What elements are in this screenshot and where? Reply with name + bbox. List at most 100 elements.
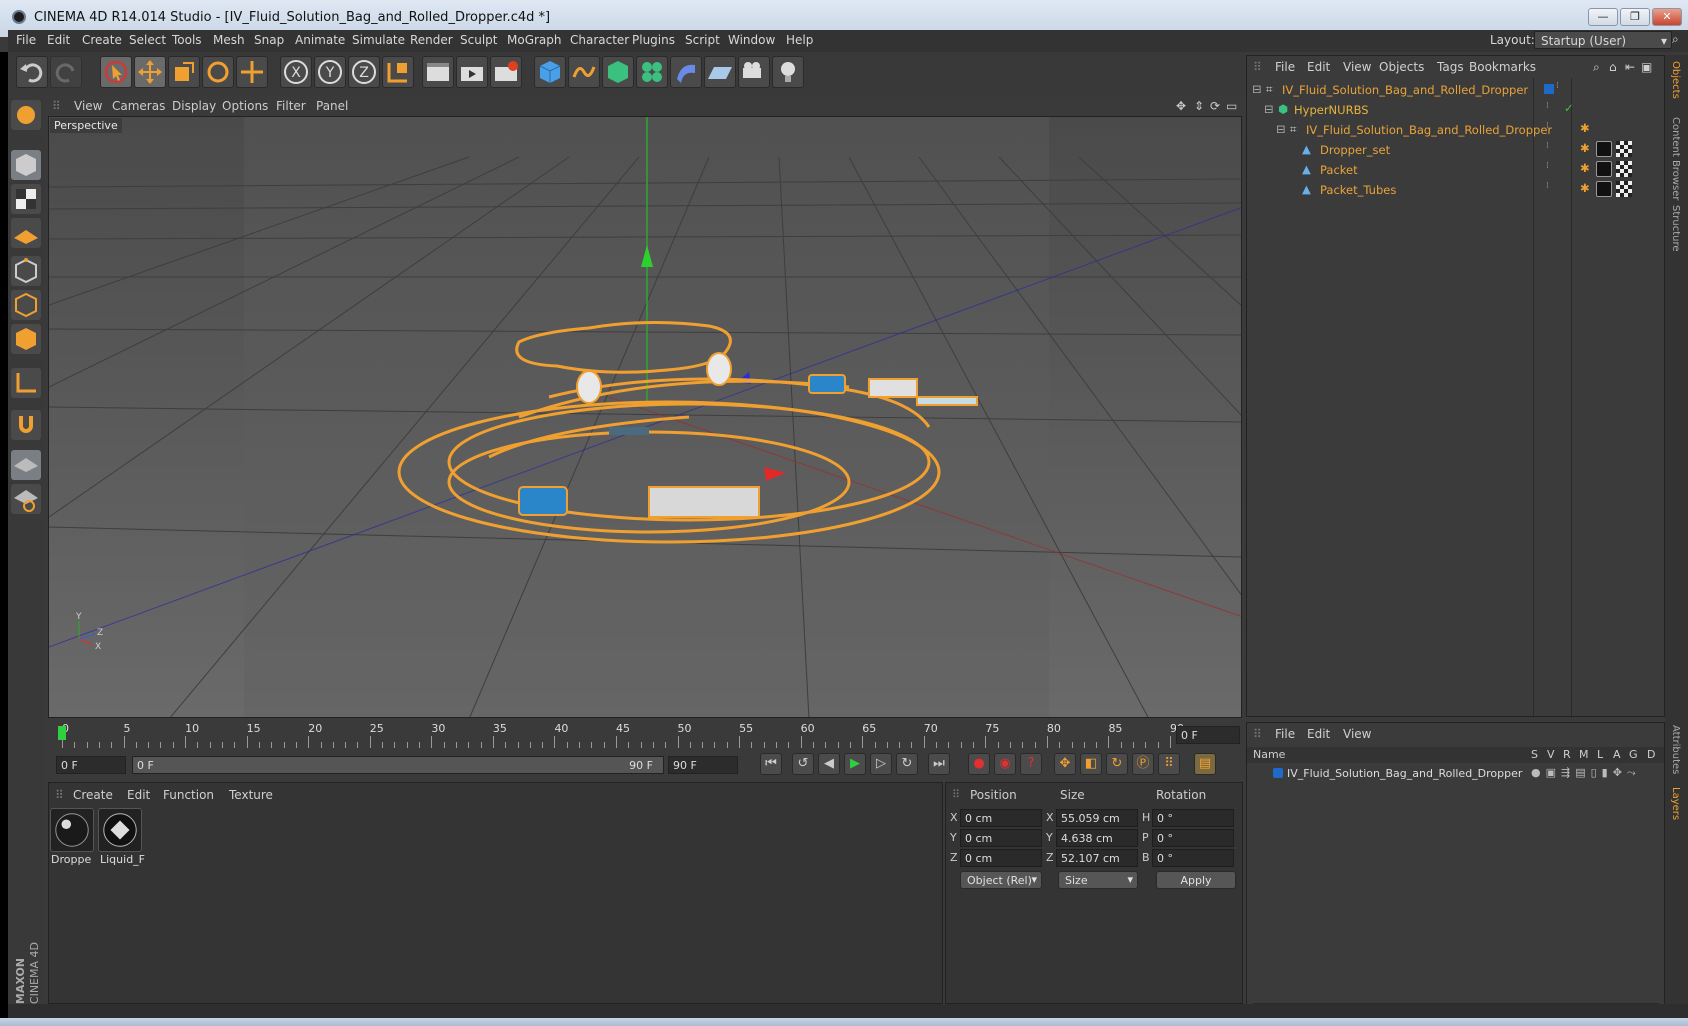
model-mode-button[interactable] bbox=[11, 150, 41, 180]
close-button[interactable]: ✕ bbox=[1652, 8, 1682, 26]
menu-mograph[interactable]: MoGraph bbox=[507, 33, 562, 47]
viewport-menu-options[interactable]: Options bbox=[222, 99, 268, 113]
cube-primitive-button[interactable] bbox=[534, 56, 566, 88]
visibility-dots-icon[interactable]: ⁞ bbox=[1546, 121, 1549, 131]
home-icon[interactable]: ⌂ bbox=[1609, 60, 1617, 74]
object-row[interactable]: ⊟ ⌗ IV_Fluid_Solution_Bag_and_Rolled_Dro… bbox=[1250, 120, 1660, 140]
viewport-dolly-icon[interactable]: ⇕ bbox=[1194, 99, 1204, 113]
object-menu-tags[interactable]: Tags bbox=[1437, 60, 1464, 74]
visibility-dots-icon[interactable]: ⁞ bbox=[1546, 101, 1549, 111]
material-menu-create[interactable]: Create bbox=[73, 788, 113, 802]
axis-mode-button[interactable] bbox=[11, 368, 41, 398]
object-row[interactable]: ▲ Packet ⁞ ✱ bbox=[1250, 160, 1660, 180]
material-menu-texture[interactable]: Texture bbox=[229, 788, 273, 802]
render-view-button[interactable] bbox=[422, 56, 454, 88]
texture-tag-icon[interactable] bbox=[1616, 141, 1632, 157]
position-y-field[interactable]: 0 cm bbox=[960, 829, 1042, 847]
rotation-b-field[interactable]: 0 ° bbox=[1152, 849, 1234, 867]
object-menu-view[interactable]: View bbox=[1343, 60, 1371, 74]
playhead-marker[interactable] bbox=[58, 726, 66, 740]
menu-plugins[interactable]: Plugins bbox=[632, 33, 675, 47]
menu-mesh[interactable]: Mesh bbox=[213, 33, 245, 47]
scale-button[interactable] bbox=[168, 56, 200, 88]
viewport-menu-cameras[interactable]: Cameras bbox=[112, 99, 165, 113]
render-picture-viewer-button[interactable] bbox=[456, 56, 488, 88]
checkmark-icon[interactable]: ✓ bbox=[1564, 101, 1574, 115]
material-swatch[interactable] bbox=[50, 808, 94, 852]
menu-create[interactable]: Create bbox=[82, 33, 122, 47]
menu-animate[interactable]: Animate bbox=[295, 33, 345, 47]
column-solo[interactable]: S bbox=[1531, 748, 1538, 761]
viewport-orbit-icon[interactable]: ⟳ bbox=[1210, 99, 1220, 113]
viewport-menu-display[interactable]: Display bbox=[172, 99, 216, 113]
texture-tag-icon[interactable] bbox=[1616, 181, 1632, 197]
column-deformers[interactable]: D bbox=[1647, 748, 1655, 761]
previous-frame-button[interactable]: ◀ bbox=[818, 753, 840, 775]
layout-dropdown[interactable]: Startup (User) ▾ bbox=[1534, 31, 1672, 49]
edges-mode-button[interactable] bbox=[11, 290, 41, 320]
object-menu-edit[interactable]: Edit bbox=[1307, 60, 1330, 74]
object-row[interactable]: ⊟ ⬢ HyperNURBS ⁞ ✓ bbox=[1250, 100, 1660, 120]
minimize-button[interactable]: — bbox=[1588, 8, 1618, 26]
texture-mode-button[interactable] bbox=[11, 184, 41, 214]
y-axis-lock-button[interactable]: Y bbox=[314, 56, 346, 88]
previous-key-button[interactable]: ↺ bbox=[792, 753, 814, 775]
tab-structure[interactable]: Structure bbox=[1670, 205, 1681, 252]
key-parameter-button[interactable]: Ⓟ bbox=[1132, 753, 1154, 775]
start-frame-field[interactable]: 0 F bbox=[56, 756, 126, 774]
column-render[interactable]: R bbox=[1563, 748, 1571, 761]
next-key-button[interactable]: ↻ bbox=[896, 753, 918, 775]
material-tag-icon[interactable] bbox=[1596, 161, 1612, 177]
play-button[interactable]: ▶ bbox=[844, 753, 866, 775]
material-menu-function[interactable]: Function bbox=[163, 788, 214, 802]
coordinate-system-button[interactable] bbox=[382, 56, 414, 88]
menu-character[interactable]: Character bbox=[570, 33, 629, 47]
light-button[interactable] bbox=[772, 56, 804, 88]
menu-help[interactable]: Help bbox=[786, 33, 813, 47]
go-to-start-button[interactable]: ⏮ bbox=[760, 753, 782, 775]
x-axis-lock-button[interactable]: X bbox=[280, 56, 312, 88]
rotate-button[interactable] bbox=[202, 56, 234, 88]
visibility-dots-icon[interactable]: ⁞ bbox=[1546, 161, 1549, 171]
new-panel-icon[interactable]: ▣ bbox=[1641, 60, 1652, 74]
viewport-maximize-icon[interactable]: ▭ bbox=[1226, 99, 1237, 113]
key-rotation-button[interactable]: ↻ bbox=[1106, 753, 1128, 775]
camera-button[interactable] bbox=[738, 56, 770, 88]
menu-simulate[interactable]: Simulate bbox=[352, 33, 405, 47]
menu-select[interactable]: Select bbox=[129, 33, 166, 47]
viewport-pan-icon[interactable]: ✥ bbox=[1176, 99, 1186, 113]
make-editable-button[interactable] bbox=[11, 100, 41, 130]
visibility-dots-icon[interactable]: ⁞ bbox=[1546, 181, 1549, 191]
array-button[interactable] bbox=[636, 56, 668, 88]
nurbs-button[interactable] bbox=[602, 56, 634, 88]
layer-menu-view[interactable]: View bbox=[1343, 727, 1371, 741]
menu-edit[interactable]: Edit bbox=[47, 33, 70, 47]
apply-button[interactable]: Apply bbox=[1156, 871, 1236, 889]
timeline-ruler[interactable]: 051015202530354045505560657075808590 0 F bbox=[48, 720, 1242, 754]
layer-menu-edit[interactable]: Edit bbox=[1307, 727, 1330, 741]
tab-objects[interactable]: Objects bbox=[1670, 61, 1681, 99]
viewport-menu-view[interactable]: View bbox=[74, 99, 102, 113]
restore-button[interactable]: ❐ bbox=[1620, 8, 1650, 26]
menu-render[interactable]: Render bbox=[410, 33, 453, 47]
search-icon[interactable]: ⌕ bbox=[1672, 32, 1679, 47]
menu-file[interactable]: File bbox=[16, 33, 36, 47]
visibility-dots-icon[interactable]: ⁞ bbox=[1546, 141, 1549, 151]
undo-button[interactable] bbox=[16, 56, 48, 88]
collapse-icon[interactable]: ⇤ bbox=[1625, 60, 1635, 74]
polygons-mode-button[interactable] bbox=[11, 324, 41, 354]
visibility-dots-icon[interactable]: ⁞ bbox=[1556, 81, 1559, 91]
keyframe-selection-button[interactable]: ? bbox=[1020, 753, 1042, 775]
z-axis-lock-button[interactable]: Z bbox=[348, 56, 380, 88]
current-frame-field[interactable]: 0 F bbox=[1176, 726, 1240, 744]
column-manager[interactable]: M bbox=[1579, 748, 1589, 761]
column-animation[interactable]: A bbox=[1613, 748, 1621, 761]
layer-menu-file[interactable]: File bbox=[1275, 727, 1295, 741]
material-tag-icon[interactable] bbox=[1596, 181, 1612, 197]
column-locked[interactable]: L bbox=[1597, 748, 1603, 761]
live-selection-button[interactable] bbox=[100, 56, 132, 88]
record-button[interactable]: ● bbox=[968, 753, 990, 775]
layer-flags-icon[interactable]: ●▣⇶▤▯▮✥⤳ bbox=[1531, 766, 1641, 780]
search-icon[interactable]: ⌕ bbox=[1593, 60, 1600, 75]
rotation-p-field[interactable]: 0 ° bbox=[1152, 829, 1234, 847]
